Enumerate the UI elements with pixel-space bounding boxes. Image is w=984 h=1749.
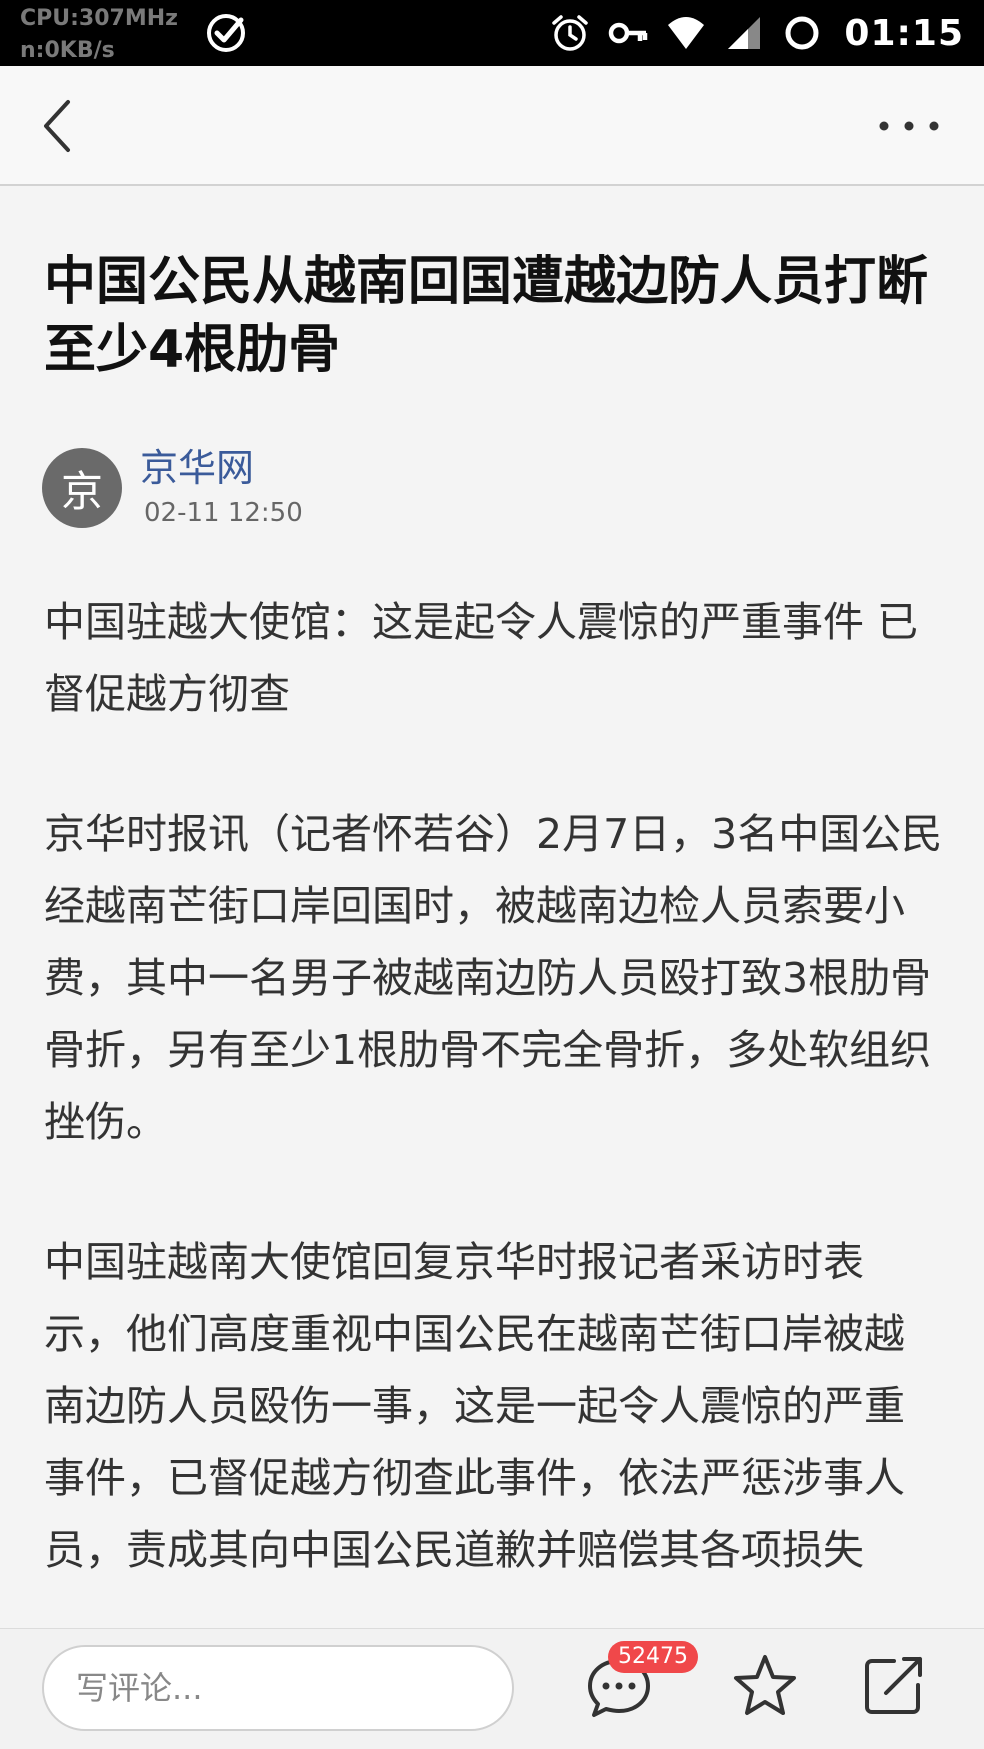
- status-bar: CPU:307MHz n:0KB/s 01:15: [0, 0, 984, 66]
- status-icons: 01:15: [550, 0, 964, 66]
- source-avatar[interactable]: 京: [42, 448, 122, 528]
- sync-icon: [785, 16, 819, 50]
- star-icon[interactable]: [730, 1651, 800, 1721]
- paragraph: 中国驻越南大使馆回复京华时报记者采访时表示，他们高度重视中国公民在越南芒街口岸被…: [44, 1238, 905, 1574]
- alarm-icon: [552, 15, 589, 51]
- paragraph: 中国驻越大使馆：这是起令人震惊的严重事件 已督促越方彻查: [44, 598, 919, 718]
- signal-icon: [728, 17, 761, 49]
- source-name[interactable]: 京华网: [140, 444, 254, 492]
- key-icon: [609, 22, 648, 44]
- publish-time: 02-11 12:50: [144, 498, 303, 528]
- clock: 01:15: [844, 12, 964, 54]
- bottom-action-bar: 写评论... 52475: [0, 1628, 984, 1749]
- paragraph: 京华时报讯（记者怀若谷）2月7日，3名中国公民经越南芒街口岸回国时，被越南边检人…: [44, 810, 943, 1146]
- share-icon[interactable]: [858, 1651, 928, 1721]
- cpu-readout: CPU:307MHz: [20, 6, 178, 31]
- comment-count-badge: 52475: [608, 1641, 698, 1673]
- check-icon: [207, 14, 245, 52]
- article-body: 中国驻越大使馆：这是起令人震惊的严重事件 已督促越方彻查 京华时报讯（记者怀若谷…: [44, 586, 944, 1628]
- chevron-left-icon[interactable]: [30, 92, 94, 160]
- comment-input[interactable]: 写评论...: [42, 1645, 514, 1731]
- top-nav-bar: [0, 66, 984, 186]
- article: 中国公民从越南回国遭越边防人员打断至少4根肋骨 京 京华网 02-11 12:5…: [0, 188, 984, 1628]
- wifi-icon: [668, 17, 705, 49]
- network-readout: n:0KB/s: [20, 38, 115, 63]
- article-title: 中国公民从越南回国遭越边防人员打断至少4根肋骨: [44, 252, 929, 380]
- more-horizontal-icon[interactable]: [874, 106, 944, 146]
